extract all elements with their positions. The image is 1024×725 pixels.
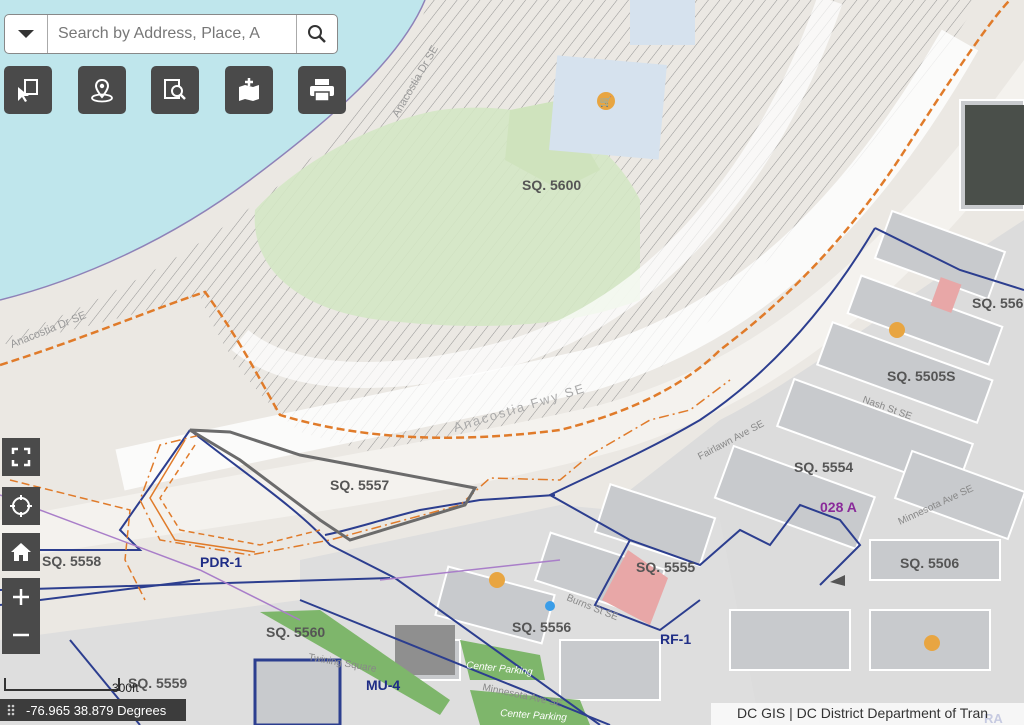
chevron-down-icon: [18, 30, 34, 38]
location-marker-icon: [545, 601, 555, 611]
coordinate-text: -76.965 38.879 Degrees: [26, 702, 167, 718]
label-sq-5600: SQ. 5600: [522, 177, 581, 193]
label-sq-5505s: SQ. 5505S: [887, 368, 956, 384]
label-zone-mu4: MU-4: [366, 677, 400, 693]
location-pin-icon: [91, 78, 113, 103]
label-sq-5554: SQ. 5554: [794, 459, 853, 475]
document-search-icon: [164, 79, 186, 100]
scale-bar: [4, 678, 120, 691]
fullscreen-button[interactable]: [2, 438, 40, 476]
map-add-icon: [239, 78, 259, 101]
add-to-map-button[interactable]: [225, 66, 273, 114]
home-icon: [11, 543, 31, 561]
label-sq-5558: SQ. 5558: [42, 553, 101, 569]
fullscreen-icon: [11, 447, 31, 467]
minus-icon: [13, 633, 29, 637]
label-anc-028a: 028 A: [820, 499, 857, 515]
select-parcel-button[interactable]: [4, 66, 52, 114]
scale-label: 300ft: [112, 681, 139, 695]
search-input[interactable]: [48, 15, 296, 53]
shopping-icon: 🛒: [597, 92, 615, 110]
shopping-icon: [924, 635, 940, 651]
search-source-dropdown[interactable]: [5, 15, 48, 53]
coordinate-readout: -76.965 38.879 Degrees: [0, 699, 186, 721]
drag-handle-icon: [7, 704, 15, 716]
label-sq-5560: SQ. 5560: [266, 624, 325, 640]
home-button[interactable]: [2, 533, 40, 571]
label-sq-5557: SQ. 5557: [330, 477, 389, 493]
shopping-icon: [889, 322, 905, 338]
attribution: DC GIS | DC District Department of Tran: [711, 703, 1024, 725]
zoom-in-button[interactable]: [2, 578, 40, 616]
label-zone-rf1: RF-1: [660, 631, 691, 647]
print-button[interactable]: [298, 66, 346, 114]
label-sq-5556: SQ. 5556: [512, 619, 571, 635]
building-sw: [253, 658, 342, 725]
locate-me-button[interactable]: [2, 487, 40, 525]
identify-button[interactable]: [151, 66, 199, 114]
dark-building-ne: [965, 105, 1024, 205]
zoom-out-button[interactable]: [2, 616, 40, 654]
label-zone-pdr1: PDR-1: [200, 554, 242, 570]
label-sq-5506: SQ. 5506: [900, 555, 959, 571]
svg-text:🛒: 🛒: [600, 95, 612, 108]
select-parcel-icon: [18, 79, 38, 102]
plus-icon: [13, 589, 29, 605]
printer-icon: [310, 79, 334, 102]
shopping-icon: [489, 572, 505, 588]
parking-top: [630, 0, 695, 45]
label-sq-5555: SQ. 5555: [636, 559, 695, 575]
search-icon: [308, 25, 326, 43]
search-box: [4, 14, 338, 54]
search-button[interactable]: [296, 15, 337, 53]
label-sq-556x: SQ. 556: [972, 295, 1024, 311]
locate-button[interactable]: [78, 66, 126, 114]
crosshair-icon: [10, 495, 32, 517]
